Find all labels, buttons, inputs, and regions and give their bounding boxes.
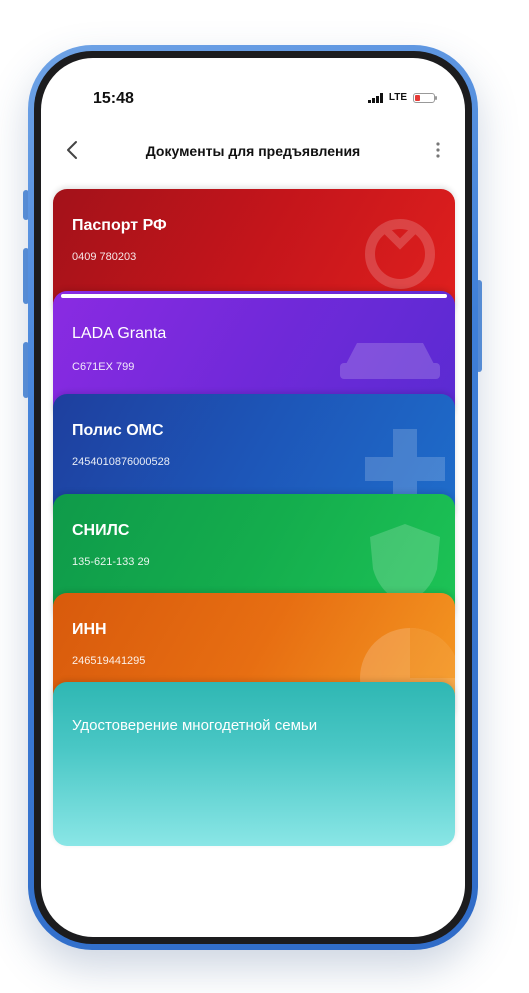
phone-frame: 15:48 LTE Документы для предъявления Пас… (28, 45, 478, 950)
network-label: LTE (388, 92, 407, 103)
phone-bezel: 15:48 LTE Документы для предъявления Пас… (34, 51, 472, 944)
card-number: C671EX 799 (72, 361, 135, 373)
nav-bar: Документы для предъявления (41, 130, 465, 170)
more-icon[interactable] (433, 140, 443, 160)
card-title: LADA Granta (72, 325, 167, 342)
card-title: Удостоверение многодетной семьи (72, 717, 318, 734)
status-bar: 15:48 LTE (41, 58, 465, 118)
emblem-icon (365, 219, 435, 289)
battery-icon (413, 92, 437, 103)
car-icon (340, 343, 440, 379)
card-number: 2454010876000528 (72, 456, 170, 468)
card-title: Полис ОМС (72, 422, 164, 439)
card-title: Паспорт РФ (72, 217, 167, 234)
signal-icon (367, 92, 383, 103)
document-cards: Паспорт РФ 0409 780203 LADA Granta C671E… (53, 189, 455, 849)
card-number: 135-621-133 29 (72, 556, 150, 568)
card-number: 0409 780203 (72, 251, 137, 263)
page-title: Документы для предъявления (145, 143, 361, 159)
card-large-family[interactable]: Удостоверение многодетной семьи (53, 682, 455, 846)
card-title: ИНН (72, 621, 107, 638)
stage: 15:48 LTE Документы для предъявления Пас… (0, 0, 529, 993)
phone-screen: 15:48 LTE Документы для предъявления Пас… (41, 58, 465, 937)
battery-level (415, 94, 420, 101)
status-time: 15:48 (93, 90, 134, 107)
status-indicators: LTE (367, 92, 437, 103)
card-number: 246519441295 (72, 655, 146, 667)
card-title: СНИЛС (72, 522, 130, 539)
card-edge-highlight (61, 294, 447, 298)
